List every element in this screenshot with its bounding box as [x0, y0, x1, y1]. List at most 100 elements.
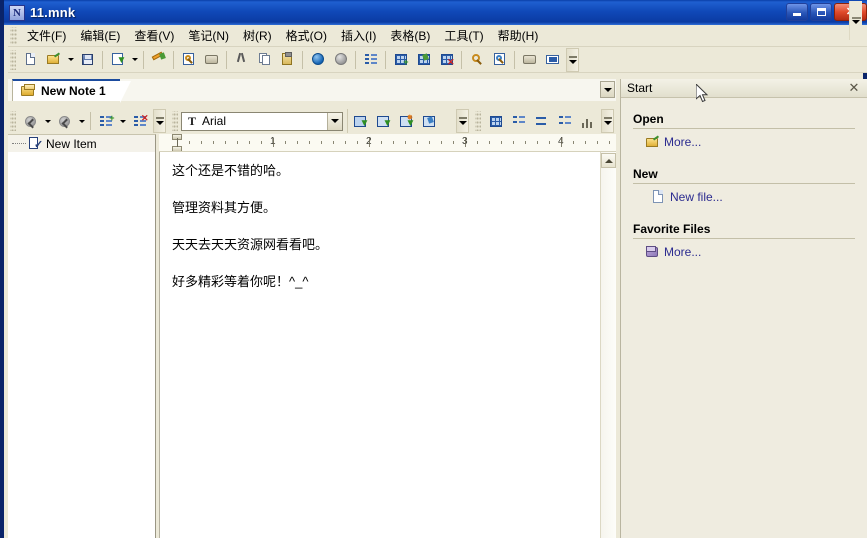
insert-node-dropdown[interactable]	[117, 110, 128, 132]
back-icon	[310, 52, 326, 67]
email-button[interactable]	[541, 49, 564, 71]
edit-node-button[interactable]	[412, 49, 435, 71]
insert-image-button[interactable]: ▼	[371, 110, 394, 132]
remove-node-button[interactable]: ✕	[128, 110, 151, 132]
insert-link-button[interactable]	[417, 110, 440, 132]
menu-tree[interactable]: 树(R)	[236, 26, 279, 46]
main-toolbar-overflow[interactable]	[566, 47, 579, 72]
ruler[interactable]: 1 2 3 4	[159, 134, 616, 152]
insert-special-button[interactable]: ✸ ▼	[394, 110, 417, 132]
format-toolbar-overflow-1[interactable]	[153, 109, 166, 133]
new-document-button[interactable]	[19, 49, 42, 71]
nav-forward-button[interactable]	[53, 110, 76, 132]
export-dropdown[interactable]	[129, 49, 140, 71]
insert-table-button[interactable]	[484, 110, 507, 132]
cut-button[interactable]	[230, 49, 253, 71]
forward-button[interactable]	[329, 49, 352, 71]
application-window: N 11.mnk ✕ 文件(F) 编辑(E) 查看(V) 笔记(N) 树(R)	[0, 0, 867, 538]
main-toolbar: ▼ + ✕	[8, 47, 867, 73]
insert-object-button[interactable]: ▼	[348, 110, 371, 132]
merge-cells-button[interactable]	[530, 110, 553, 132]
find-button[interactable]	[465, 49, 488, 71]
font-family-select[interactable]: T Arial	[181, 111, 343, 131]
print-preview-button[interactable]	[177, 49, 200, 71]
ruler-minor-tick	[249, 141, 250, 144]
menu-grip-handle[interactable]	[10, 26, 17, 45]
ruler-minor-tick	[597, 141, 598, 144]
menu-help[interactable]: 帮助(H)	[491, 26, 546, 46]
font-toolbar-grip[interactable]	[172, 111, 178, 131]
start-panel-close-button[interactable]: ✕	[847, 80, 861, 95]
new-file-link[interactable]: New file...	[651, 190, 855, 204]
paste-button[interactable]	[276, 49, 299, 71]
toolbar-options-button[interactable]	[849, 1, 862, 40]
new-node-button[interactable]: +	[389, 49, 412, 71]
export-button[interactable]: ▼	[106, 49, 129, 71]
ruler-minor-tick	[213, 141, 214, 144]
menu-note[interactable]: 笔记(N)	[181, 26, 236, 46]
insert-row-button[interactable]	[507, 110, 530, 132]
menu-file[interactable]: 文件(F)	[20, 26, 73, 46]
favorites-more-link[interactable]: More...	[645, 245, 855, 259]
menu-format[interactable]: 格式(O)	[279, 26, 334, 46]
tab-list-dropdown-button[interactable]	[600, 81, 615, 98]
back-button[interactable]	[306, 49, 329, 71]
ruler-minor-tick	[573, 141, 574, 144]
table-toolbar-overflow[interactable]	[601, 109, 614, 133]
new-file-label: New file...	[670, 190, 723, 204]
copy-button[interactable]	[253, 49, 276, 71]
insert-object-icon: ▼	[352, 114, 369, 129]
editor-vertical-scrollbar[interactable]	[600, 152, 616, 538]
note-tab-bar: New Note 1	[8, 79, 616, 103]
menu-edit[interactable]: 编辑(E)	[73, 26, 127, 46]
minimize-button[interactable]	[786, 3, 808, 21]
ruler-minor-tick	[609, 141, 610, 144]
note-editor[interactable]: 这个还是不错的哈。 管理资料其方便。 天天去天天资源网看看吧。 好多精彩等着你呢…	[160, 152, 600, 538]
find-replace-button[interactable]	[488, 49, 511, 71]
insert-column-icon	[557, 114, 573, 129]
open-file-button[interactable]	[42, 49, 65, 71]
ruler-minor-tick	[261, 141, 262, 144]
menu-tools[interactable]: 工具(T)	[437, 26, 490, 46]
menu-view[interactable]: 查看(V)	[127, 26, 181, 46]
editor-paragraph: 好多精彩等着你呢！^_^	[172, 274, 309, 289]
find-icon	[469, 52, 485, 67]
menu-table[interactable]: 表格(B)	[383, 26, 437, 46]
tree-view-button[interactable]	[359, 49, 382, 71]
open-more-link[interactable]: More...	[645, 135, 855, 149]
nav-back-dropdown[interactable]	[42, 110, 53, 132]
insert-node-button[interactable]: +	[94, 110, 117, 132]
insert-link-icon	[421, 114, 437, 129]
insert-toolbar-overflow[interactable]	[456, 109, 469, 133]
save-button[interactable]	[76, 49, 99, 71]
insert-column-button[interactable]	[553, 110, 576, 132]
nav-forward-dropdown[interactable]	[76, 110, 87, 132]
insert-node-icon: +	[98, 113, 115, 129]
insert-image-icon: ▼	[375, 114, 392, 129]
toolbar-separator	[90, 112, 91, 130]
paste-icon	[280, 52, 296, 67]
toolbar-separator	[302, 50, 303, 69]
print-button[interactable]	[200, 49, 223, 71]
font-dropdown-button[interactable]	[327, 112, 342, 130]
table-toolbar-grip[interactable]	[475, 111, 481, 131]
ruler-minor-tick	[393, 141, 394, 144]
editor-paragraph: 这个还是不错的哈。	[172, 163, 290, 178]
menu-insert[interactable]: 插入(I)	[334, 26, 383, 46]
scroll-up-icon	[604, 158, 613, 163]
toolbar-separator	[514, 50, 515, 69]
main-toolbar-grip[interactable]	[10, 49, 16, 70]
format-painter-button[interactable]	[147, 49, 170, 71]
maximize-button[interactable]	[810, 3, 832, 21]
delete-node-button[interactable]: ✕	[435, 49, 458, 71]
tab-new-note-1[interactable]: New Note 1	[12, 79, 131, 103]
scroll-up-button[interactable]	[601, 153, 616, 168]
tree-item-new-item[interactable]: ✓ New Item	[8, 135, 155, 152]
nav-back-button[interactable]	[19, 110, 42, 132]
forward-icon	[333, 52, 349, 67]
chart-button[interactable]	[576, 110, 599, 132]
format-toolbar-grip[interactable]	[10, 111, 16, 131]
open-file-dropdown[interactable]	[65, 49, 76, 71]
chevron-down-icon	[67, 58, 74, 61]
screenshot-button[interactable]	[518, 49, 541, 71]
